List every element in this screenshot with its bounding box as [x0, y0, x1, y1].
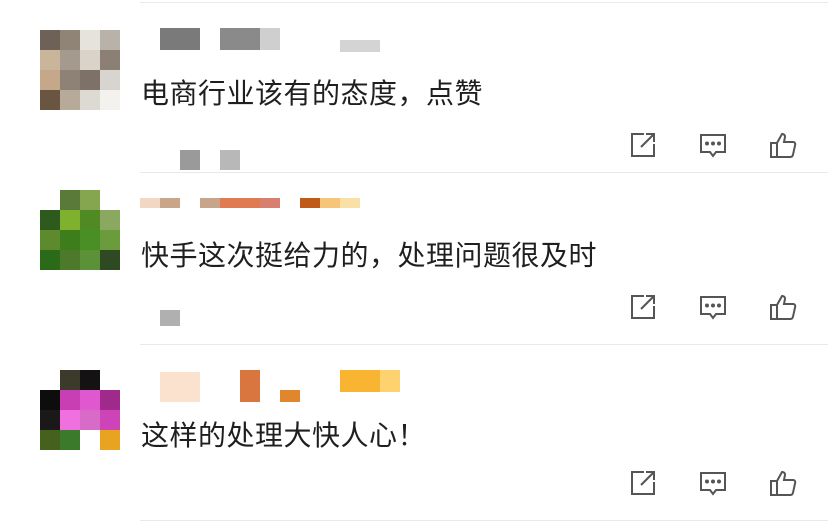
avatar-pixel	[40, 90, 60, 110]
comment-text: 快手这次挺给力的，处理问题很及时	[141, 239, 598, 272]
comment-meta-pixelated	[140, 150, 260, 172]
avatar-pixel	[60, 190, 80, 210]
avatar-pixel	[40, 230, 60, 250]
comment-item: 快手这次挺给力的，处理问题很及时	[0, 172, 828, 344]
avatar-pixel	[80, 230, 100, 250]
avatar-pixel	[40, 370, 60, 390]
avatar[interactable]	[40, 30, 120, 110]
avatar-pixel	[60, 390, 80, 410]
reply-icon[interactable]	[696, 290, 730, 324]
avatar-pixel	[40, 210, 60, 230]
avatar-pixel	[80, 90, 100, 110]
share-icon[interactable]	[626, 466, 660, 500]
comment-actions	[626, 290, 800, 324]
avatar-pixel	[80, 50, 100, 70]
avatar-pixel	[80, 210, 100, 230]
avatar-pixel	[80, 190, 100, 210]
avatar-pixel	[100, 90, 120, 110]
avatar-pixel	[40, 430, 60, 450]
reply-icon[interactable]	[696, 466, 730, 500]
avatar-pixel	[100, 50, 120, 70]
comment-text: 电商行业该有的态度，点赞	[141, 77, 484, 110]
avatar-pixel	[100, 210, 120, 230]
avatar-pixel	[100, 190, 120, 210]
comment-item: 电商行业该有的态度，点赞	[0, 0, 828, 172]
avatar-pixel	[60, 30, 80, 50]
username-pixelated[interactable]	[140, 370, 420, 402]
avatar-pixel	[60, 50, 80, 70]
avatar-pixel	[80, 30, 100, 50]
avatar-pixel	[80, 390, 100, 410]
avatar-pixel	[100, 250, 120, 270]
avatar-pixel	[100, 370, 120, 390]
avatar-pixel	[80, 70, 100, 90]
comment-text: 这样的处理大快人心！	[141, 419, 427, 452]
avatar[interactable]	[40, 370, 120, 450]
avatar-pixel	[100, 230, 120, 250]
avatar-pixel	[40, 410, 60, 430]
avatar-pixel	[40, 250, 60, 270]
comment-actions	[626, 128, 800, 162]
avatar-pixel	[40, 390, 60, 410]
avatar-pixel	[60, 70, 80, 90]
avatar-pixel	[100, 30, 120, 50]
comment-item: 这样的处理大快人心！	[0, 344, 828, 530]
avatar-pixel	[100, 410, 120, 430]
avatar-pixel	[80, 250, 100, 270]
thumbs-up-icon[interactable]	[766, 290, 800, 324]
username-pixelated[interactable]	[140, 182, 400, 208]
share-icon[interactable]	[626, 128, 660, 162]
share-icon[interactable]	[626, 290, 660, 324]
avatar-pixel	[60, 410, 80, 430]
avatar-pixel	[100, 430, 120, 450]
thumbs-up-icon[interactable]	[766, 466, 800, 500]
avatar-pixel	[40, 30, 60, 50]
avatar-pixel	[60, 90, 80, 110]
avatar-pixel	[40, 70, 60, 90]
reply-icon[interactable]	[696, 128, 730, 162]
comment-actions	[626, 466, 800, 500]
username-pixelated[interactable]	[140, 28, 400, 54]
comment-meta-pixelated	[140, 310, 260, 332]
avatar-pixel	[40, 190, 60, 210]
avatar-pixel	[60, 370, 80, 390]
avatar-pixel	[40, 50, 60, 70]
avatar[interactable]	[40, 190, 120, 270]
avatar-pixel	[100, 70, 120, 90]
avatar-pixel	[60, 250, 80, 270]
avatar-pixel	[60, 430, 80, 450]
avatar-pixel	[100, 390, 120, 410]
avatar-pixel	[60, 210, 80, 230]
avatar-pixel	[80, 370, 100, 390]
thumbs-up-icon[interactable]	[766, 128, 800, 162]
avatar-pixel	[80, 410, 100, 430]
avatar-pixel	[80, 430, 100, 450]
avatar-pixel	[60, 230, 80, 250]
